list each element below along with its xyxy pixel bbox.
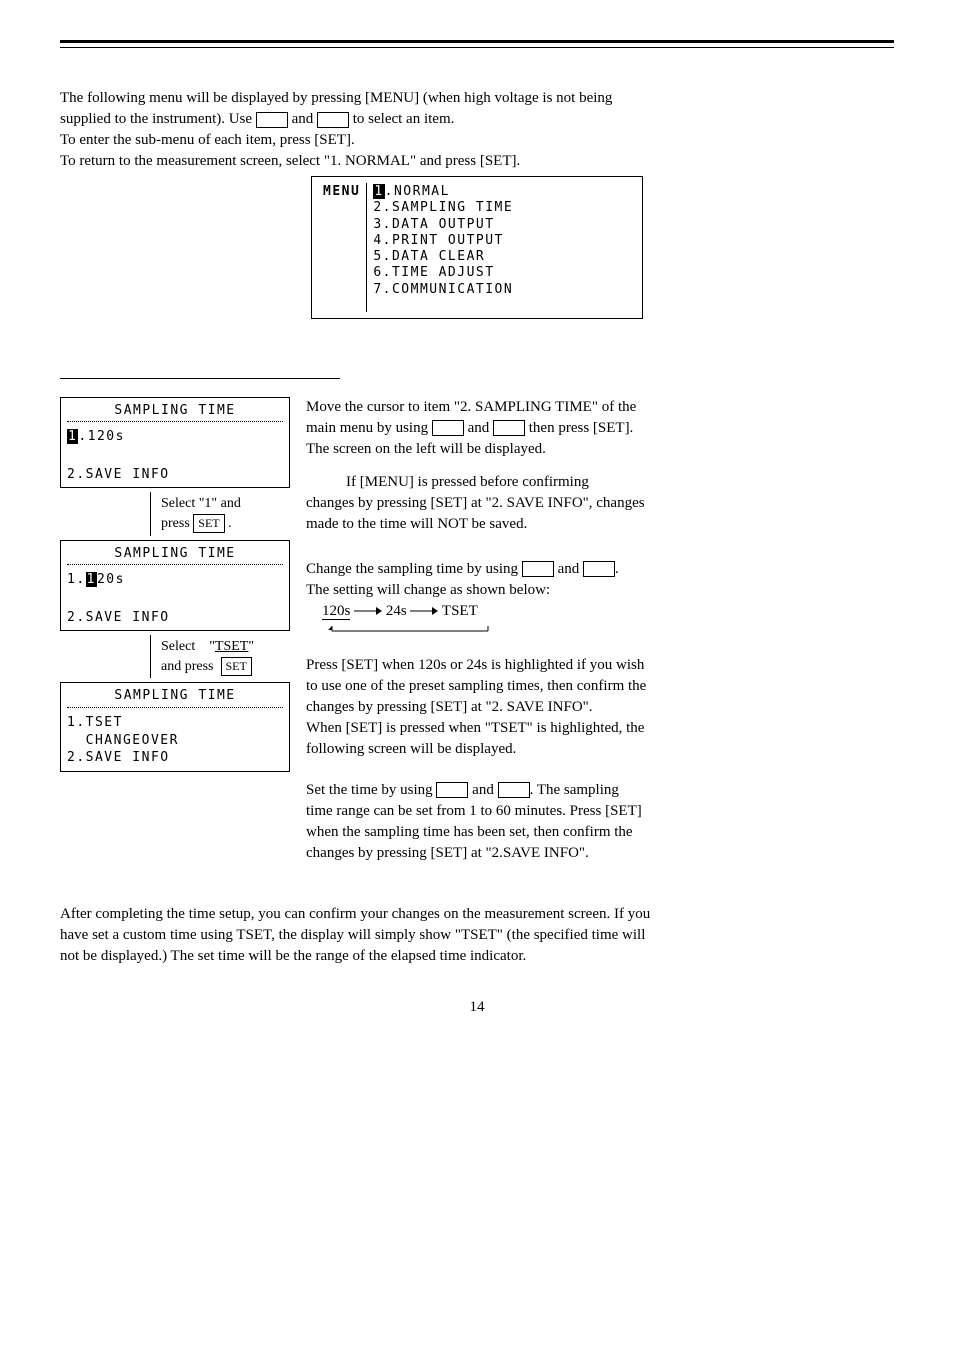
text: and xyxy=(464,420,493,436)
flow-text: Select "1" and xyxy=(161,494,241,514)
text: to use one of the preset sampling times,… xyxy=(306,678,646,694)
lcd-sampling-3: SAMPLING TIME 1.TSET CHANGEOVER 2.SAVE I… xyxy=(60,682,290,771)
intro-text: and xyxy=(288,111,317,127)
section-header-rule xyxy=(60,40,894,48)
down-arrow-icon xyxy=(317,112,349,128)
menu-item: 3.DATA OUTPUT xyxy=(373,217,513,233)
flow-step: Select "TSET" and press SET xyxy=(150,635,254,678)
text: and xyxy=(554,561,583,577)
up-arrow-icon xyxy=(522,561,554,577)
right-p5: Set the time by using and . The sampling… xyxy=(306,780,894,864)
intro-block: The following menu will be displayed by … xyxy=(60,88,894,172)
text: Set the time by using xyxy=(306,782,436,798)
text: The screen on the left will be displayed… xyxy=(306,441,546,457)
arrow-right-icon xyxy=(354,606,382,616)
text: changes by pressing [SET] at "2.SAVE INF… xyxy=(306,845,589,861)
lcd-title: SAMPLING TIME xyxy=(67,545,283,566)
up-arrow-icon xyxy=(432,420,464,436)
text: If [MENU] is pressed before confirming xyxy=(306,472,589,493)
text: The setting will change as shown below: xyxy=(306,582,550,598)
text: made to the time will NOT be saved. xyxy=(306,516,527,532)
text: have set a custom time using TSET, the d… xyxy=(60,927,645,943)
lcd-row: 2.SAVE INFO xyxy=(67,466,283,484)
text: when the sampling time has been set, the… xyxy=(306,824,633,840)
intro-text: The following menu will be displayed by … xyxy=(60,90,612,106)
lcd-sampling-2: SAMPLING TIME 1.120s 2.SAVE INFO xyxy=(60,540,290,632)
lcd-title: SAMPLING TIME xyxy=(67,402,283,423)
lcd-row: 2.SAVE INFO xyxy=(67,749,283,767)
up-arrow-icon xyxy=(256,112,288,128)
arrow-right-icon xyxy=(410,606,438,616)
right-p1: Move the cursor to item "2. SAMPLING TIM… xyxy=(306,397,894,460)
text: Move the cursor to item "2. SAMPLING TIM… xyxy=(306,399,636,415)
text: changes by pressing [SET] at "2. SAVE IN… xyxy=(306,495,645,511)
text: main menu by using xyxy=(306,420,432,436)
lcd-row: 1. xyxy=(67,572,86,587)
text: After completing the time setup, you can… xyxy=(60,906,650,922)
footer-paragraph: After completing the time setup, you can… xyxy=(60,904,894,967)
text: . The sampling xyxy=(530,782,619,798)
text: time range can be set from 1 to 60 minut… xyxy=(306,803,642,819)
menu-item: 2.SAMPLING TIME xyxy=(373,200,513,216)
cycle-item: TSET xyxy=(442,603,478,619)
text: When [SET] is pressed when "TSET" is hig… xyxy=(306,720,644,736)
text: then press [SET]. xyxy=(525,420,633,436)
lcd-row-hl: 1 xyxy=(86,572,97,587)
menu-item: 7.COMMUNICATION xyxy=(373,282,513,298)
down-arrow-icon xyxy=(498,782,530,798)
menu-item: .NORMAL xyxy=(385,184,450,199)
text: Change the sampling time by using xyxy=(306,561,522,577)
set-button-icon: SET xyxy=(221,657,252,676)
section-divider xyxy=(60,355,340,379)
flow-text: Select "TSET" xyxy=(161,639,254,654)
lcd-row-hl: 1 xyxy=(67,429,78,444)
cycle-item: 24s xyxy=(386,603,407,619)
text: . xyxy=(615,561,619,577)
intro-text: to select an item. xyxy=(349,111,454,127)
set-button-icon: SET xyxy=(193,514,224,533)
return-arrow-icon xyxy=(322,626,492,636)
down-arrow-icon xyxy=(583,561,615,577)
right-p3: Change the sampling time by using and . … xyxy=(306,559,894,643)
menu-label: MENU xyxy=(322,183,367,312)
text: changes by pressing [SET] at "2. SAVE IN… xyxy=(306,699,593,715)
flow-text: . xyxy=(225,516,232,531)
down-arrow-icon xyxy=(493,420,525,436)
text: not be displayed.) The set time will be … xyxy=(60,948,526,964)
up-arrow-icon xyxy=(436,782,468,798)
lcd-row: 20s xyxy=(97,572,125,587)
lcd-row: 1.TSET xyxy=(67,714,283,732)
menu-item: 4.PRINT OUTPUT xyxy=(373,233,513,249)
text: following screen will be displayed. xyxy=(306,741,516,757)
lcd-row: 2.SAVE INFO xyxy=(67,609,283,627)
lcd-row: CHANGEOVER xyxy=(67,732,283,750)
flow-text: and press xyxy=(161,659,214,674)
menu-item: 5.DATA CLEAR xyxy=(373,249,513,265)
text: Press [SET] when 120s or 24s is highligh… xyxy=(306,657,644,673)
menu-items: 1.NORMAL 2.SAMPLING TIME 3.DATA OUTPUT 4… xyxy=(367,183,514,312)
flow-cycle: 120s 24s TSET xyxy=(322,603,478,619)
menu-item: 6.TIME ADJUST xyxy=(373,265,513,281)
right-p2: If [MENU] is pressed before confirming c… xyxy=(306,472,894,535)
lcd-sampling-1: SAMPLING TIME 1.120s 2.SAVE INFO xyxy=(60,397,290,489)
intro-text: To enter the sub-menu of each item, pres… xyxy=(60,132,355,148)
flow-text: press xyxy=(161,516,193,531)
page-number: 14 xyxy=(60,997,894,1018)
intro-text: supplied to the instrument). Use xyxy=(60,111,256,127)
flow-step: Select "1" and press SET . xyxy=(150,492,241,535)
cycle-item: 120s xyxy=(322,603,350,620)
lcd-title: SAMPLING TIME xyxy=(67,687,283,708)
lcd-main-menu: MENU 1.NORMAL 2.SAMPLING TIME 3.DATA OUT… xyxy=(311,176,643,319)
menu-item-hl: 1 xyxy=(373,184,384,199)
lcd-row: .120s xyxy=(78,429,125,444)
text: and xyxy=(468,782,497,798)
intro-text: To return to the measurement screen, sel… xyxy=(60,153,520,169)
right-p4: Press [SET] when 120s or 24s is highligh… xyxy=(306,655,894,760)
